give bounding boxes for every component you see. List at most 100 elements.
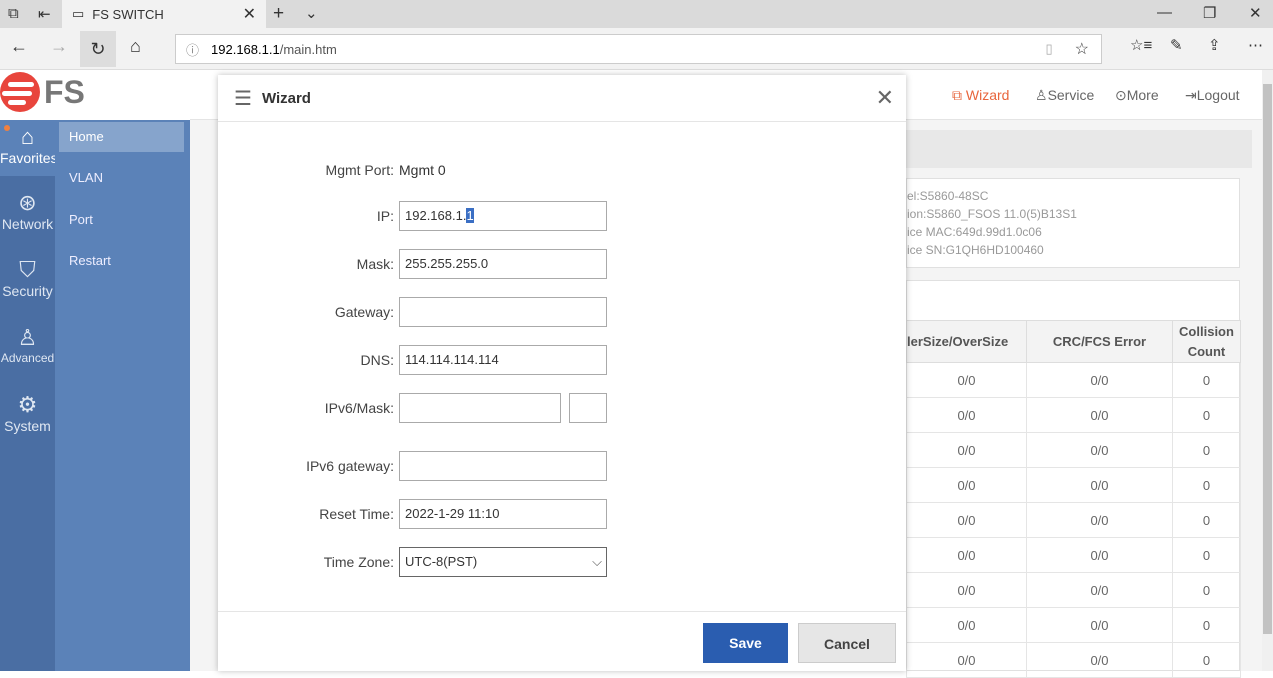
scroll-thumb[interactable] — [1263, 84, 1272, 634]
service-link[interactable]: ♙Service — [1035, 87, 1094, 104]
table-cell: 0 — [1172, 572, 1241, 608]
mask-label: Mask: — [356, 256, 394, 272]
table-cell: 0/0 — [1026, 642, 1173, 678]
device-version: ion:S5860_FSOS 11.0(5)B13S1 — [907, 207, 1077, 221]
table-row: 0/0 0/0 0 — [906, 537, 1241, 573]
ip-text: 192.168.1. — [405, 208, 467, 223]
dns-input[interactable]: 114.114.114.114 — [399, 345, 607, 375]
logout-icon: ⇥ — [1185, 87, 1197, 103]
page-scrollbar[interactable] — [1262, 70, 1273, 671]
table-cell: 0 — [1172, 537, 1241, 573]
favorite-star-icon[interactable]: ☆ — [1075, 39, 1089, 59]
wizard-link[interactable]: ⧉ Wizard — [952, 87, 1009, 104]
table-cell: 0/0 — [906, 397, 1027, 433]
table-cell: 0/0 — [1026, 607, 1173, 643]
col-header: Collision Count — [1172, 320, 1241, 363]
gateway-label: Gateway: — [334, 304, 394, 320]
mask-input[interactable]: 255.255.255.0 — [399, 249, 607, 279]
wizard-icon: ⧉ — [952, 87, 962, 103]
table-cell: 0/0 — [1026, 397, 1173, 433]
reading-view-icon[interactable]: ▯ — [1046, 41, 1053, 57]
close-icon[interactable]: ✕ — [876, 85, 894, 111]
nav-favorites[interactable]: ⌂ Favorites — [0, 120, 58, 176]
browser-tabbar: ⧉ ⇤ ▭ FS SWITCH ✕ + ⌄ — ❐ ✕ — [0, 0, 1273, 28]
subnav-port[interactable]: Port — [59, 205, 184, 235]
nav-network[interactable]: ⊛ Network — [0, 190, 55, 232]
url-path: /main.htm — [279, 41, 337, 57]
save-button[interactable]: Save — [703, 623, 788, 663]
browser-tab[interactable]: ▭ FS SWITCH ✕ — [62, 0, 266, 28]
table-cell: 0/0 — [1026, 502, 1173, 538]
shield-icon: ⛉ — [19, 257, 36, 282]
ipv6-gateway-input[interactable] — [399, 451, 607, 481]
subnav-restart[interactable]: Restart — [59, 246, 184, 276]
table-row: 0/0 0/0 0 — [906, 607, 1241, 643]
table-cell: 0 — [1172, 642, 1241, 678]
sub-nav: Home VLAN Port Restart — [55, 120, 190, 671]
table-cell: 0/0 — [906, 537, 1027, 573]
reset-time-input[interactable]: 2022-1-29 11:10 — [399, 499, 607, 529]
service-icon: ♙ — [1035, 87, 1048, 103]
table-cell: 0 — [1172, 397, 1241, 433]
table-cell: 0 — [1172, 432, 1241, 468]
tab-actions-icon[interactable]: ⧉ — [8, 5, 19, 22]
subnav-vlan[interactable]: VLAN — [59, 163, 184, 193]
more-icon: ⊙ — [1115, 87, 1127, 103]
restore-icon[interactable]: ❐ — [1203, 4, 1216, 22]
ipv6-label: IPv6/Mask: — [324, 400, 394, 416]
time-zone-value: UTC-8(PST) — [405, 554, 478, 569]
close-window-icon[interactable]: ✕ — [1249, 4, 1262, 22]
ipv6-mask-input[interactable] — [569, 393, 607, 423]
mgmt-port-label: Mgmt Port: — [325, 162, 394, 178]
more-link[interactable]: ⊙More — [1115, 87, 1159, 104]
share-icon[interactable]: ⇪ — [1208, 36, 1221, 54]
ip-input[interactable]: 192.168.1.1 — [399, 201, 607, 231]
col-header: lerSize/OverSize — [906, 320, 1027, 363]
back-icon[interactable]: ← — [10, 36, 28, 57]
new-tab-icon[interactable]: + — [273, 3, 284, 25]
table-row: 0/0 0/0 0 — [906, 362, 1241, 398]
wizard-label: Wizard — [965, 87, 1010, 103]
minimize-icon[interactable]: — — [1157, 4, 1172, 21]
tab-title: FS SWITCH — [92, 6, 164, 22]
home-icon[interactable]: ⌂ — [130, 36, 141, 57]
user-gear-icon: ♙ — [17, 325, 38, 350]
set-aside-tabs-icon[interactable]: ⇤ — [38, 5, 51, 23]
forward-icon[interactable]: → — [50, 36, 68, 57]
nav-label: Security — [2, 283, 53, 299]
time-zone-select[interactable]: UTC-8(PST) ⌵ — [399, 547, 607, 577]
ipv6-gateway-label: IPv6 gateway: — [306, 458, 394, 474]
table-cell: 0/0 — [1026, 537, 1173, 573]
ipv6-input[interactable] — [399, 393, 561, 423]
device-mac: ice MAC:649d.99d1.0c06 — [907, 225, 1042, 239]
chevron-down-icon[interactable]: ⌄ — [305, 4, 318, 22]
notes-icon[interactable]: ✎ — [1170, 36, 1183, 54]
nav-system[interactable]: ⚙ System — [0, 392, 55, 434]
table-row: 0/0 0/0 0 — [906, 432, 1241, 468]
subnav-home[interactable]: Home — [59, 122, 184, 152]
nav-label: Favorites — [0, 150, 58, 166]
table-cell: 0/0 — [906, 432, 1027, 468]
page-icon: ▭ — [72, 6, 85, 21]
cancel-button[interactable]: Cancel — [798, 623, 896, 663]
icon-nav: ⌂ Favorites ⊛ Network ⛉ Security ♙ Advanced … — [0, 120, 58, 671]
gateway-input[interactable] — [399, 297, 607, 327]
close-tab-icon[interactable]: ✕ — [243, 4, 256, 24]
table-cell: 0 — [1172, 502, 1241, 538]
panel-header — [906, 130, 1252, 168]
url-host: 192.168.1.1 — [211, 41, 280, 57]
service-label: Service — [1047, 87, 1095, 103]
globe-icon: ⊛ — [18, 190, 37, 215]
refresh-icon[interactable]: ↻ — [80, 31, 116, 67]
more-icon[interactable]: ⋯ — [1248, 36, 1263, 54]
address-bar[interactable]: ⓘ 192.168.1.1/main.htm ▯ ☆ — [175, 34, 1102, 64]
table-cell: 0/0 — [1026, 467, 1173, 503]
logo-text: FS — [44, 74, 85, 110]
logo-mark — [0, 72, 40, 112]
time-zone-label: Time Zone: — [323, 554, 394, 570]
nav-advanced[interactable]: ♙ Advanced — [0, 325, 55, 365]
favorites-icon[interactable]: ☆≡ — [1130, 36, 1152, 54]
nav-security[interactable]: ⛉ Security — [0, 257, 55, 299]
mgmt-port-value: Mgmt 0 — [399, 162, 446, 178]
logout-link[interactable]: ⇥Logout — [1185, 87, 1240, 104]
